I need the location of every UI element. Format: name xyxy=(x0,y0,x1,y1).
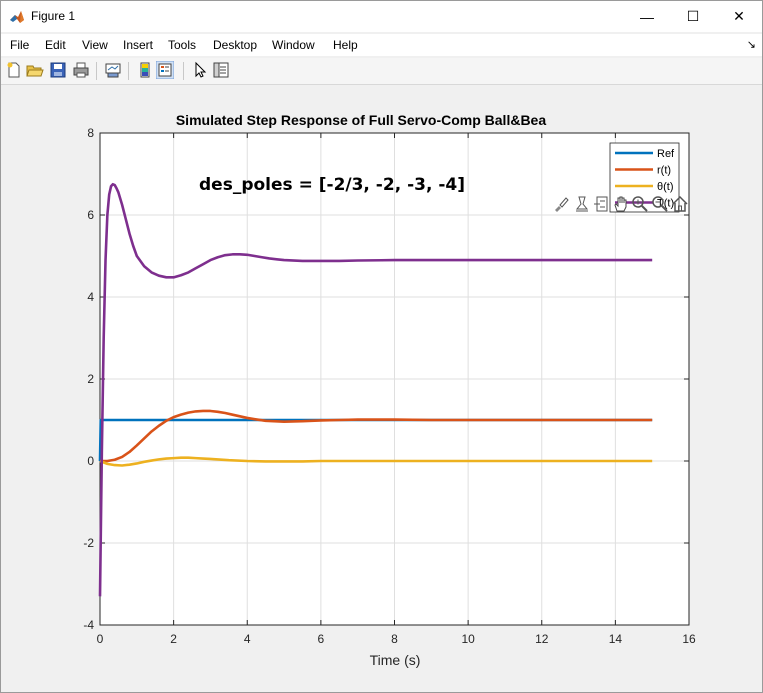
x-tick-label: 16 xyxy=(682,632,696,646)
property-inspector-icon[interactable] xyxy=(212,61,230,79)
x-tick-label: 2 xyxy=(170,632,177,646)
menu-edit[interactable]: Edit xyxy=(45,38,66,52)
x-tick-label: 8 xyxy=(391,632,398,646)
chart-annotation: des_poles = [-2/3, -2, -3, -4] xyxy=(199,175,465,195)
window-title: Figure 1 xyxy=(31,9,76,23)
x-axis-label: Time (s) xyxy=(370,652,421,668)
chart-title: Simulated Step Response of Full Servo-Co… xyxy=(176,112,547,128)
open-file-icon[interactable] xyxy=(26,61,44,79)
restore-view-icon[interactable] xyxy=(592,195,610,213)
legend-label: θ(t) xyxy=(657,181,674,193)
y-tick-label: 4 xyxy=(87,290,94,304)
y-tick-label: 8 xyxy=(87,126,94,140)
print-icon[interactable] xyxy=(72,61,90,79)
matlab-logo-icon xyxy=(10,11,24,23)
dock-figure-icon[interactable]: ↘ xyxy=(747,38,756,51)
menu-desktop[interactable]: Desktop xyxy=(213,38,257,52)
minimize-button[interactable]: — xyxy=(624,1,670,32)
x-tick-label: 14 xyxy=(609,632,623,646)
zoom-out-icon[interactable] xyxy=(651,195,669,213)
close-button[interactable]: ✕ xyxy=(716,1,762,32)
x-tick-label: 10 xyxy=(461,632,475,646)
y-tick-label: 2 xyxy=(87,372,94,386)
menu-bar: File Edit View Insert Tools Desktop Wind… xyxy=(1,34,762,56)
insert-legend-icon[interactable] xyxy=(156,61,174,79)
zoom-in-icon[interactable] xyxy=(631,195,649,213)
y-tick-label: -2 xyxy=(83,536,94,550)
y-tick-label: 6 xyxy=(87,208,94,222)
legend-label: r(t) xyxy=(657,165,671,177)
menu-window[interactable]: Window xyxy=(272,38,315,52)
insert-colorbar-icon[interactable] xyxy=(136,61,154,79)
figure-window: Figure 1 — ☐ ✕ File Edit View Insert Too… xyxy=(0,0,763,693)
edit-plot-arrow-icon[interactable] xyxy=(191,61,209,79)
menu-help[interactable]: Help xyxy=(333,38,358,52)
x-tick-label: 6 xyxy=(318,632,325,646)
y-tick-label: -4 xyxy=(83,618,94,632)
maximize-icon: ☐ xyxy=(686,8,700,24)
data-tips-icon[interactable] xyxy=(573,195,591,213)
y-tick-label: 0 xyxy=(87,454,94,468)
toolbar-separator xyxy=(128,62,129,80)
menu-file[interactable]: File xyxy=(10,38,29,52)
chart: 0 2 4 6 8 10 12 14 16 -4 -2 0 2 4 6 8 Simulated Step Re… xyxy=(83,112,696,668)
save-icon[interactable] xyxy=(49,61,67,79)
link-plot-icon[interactable] xyxy=(104,61,122,79)
x-tick-label: 4 xyxy=(244,632,251,646)
minimize-icon: — xyxy=(640,8,654,25)
menu-tools[interactable]: Tools xyxy=(168,38,196,52)
x-tick-label: 0 xyxy=(97,632,104,646)
menu-insert[interactable]: Insert xyxy=(123,38,153,52)
toolbar-separator xyxy=(183,62,184,80)
legend-label: Ref xyxy=(657,148,675,160)
title-bar: Figure 1 — ☐ ✕ xyxy=(1,1,762,32)
toolbar-separator xyxy=(96,62,97,80)
x-tick-label: 12 xyxy=(535,632,549,646)
brush-icon[interactable] xyxy=(552,195,570,213)
figure-canvas: 0 2 4 6 8 10 12 14 16 -4 -2 0 2 4 6 8 Simulated Step Re… xyxy=(1,85,762,692)
menu-view[interactable]: View xyxy=(82,38,108,52)
home-icon[interactable] xyxy=(671,195,689,213)
maximize-button[interactable]: ☐ xyxy=(670,1,716,32)
close-icon: ✕ xyxy=(733,8,745,24)
new-figure-icon[interactable] xyxy=(5,61,23,79)
figure-toolbar xyxy=(1,58,762,85)
pan-hand-icon[interactable] xyxy=(612,195,630,213)
